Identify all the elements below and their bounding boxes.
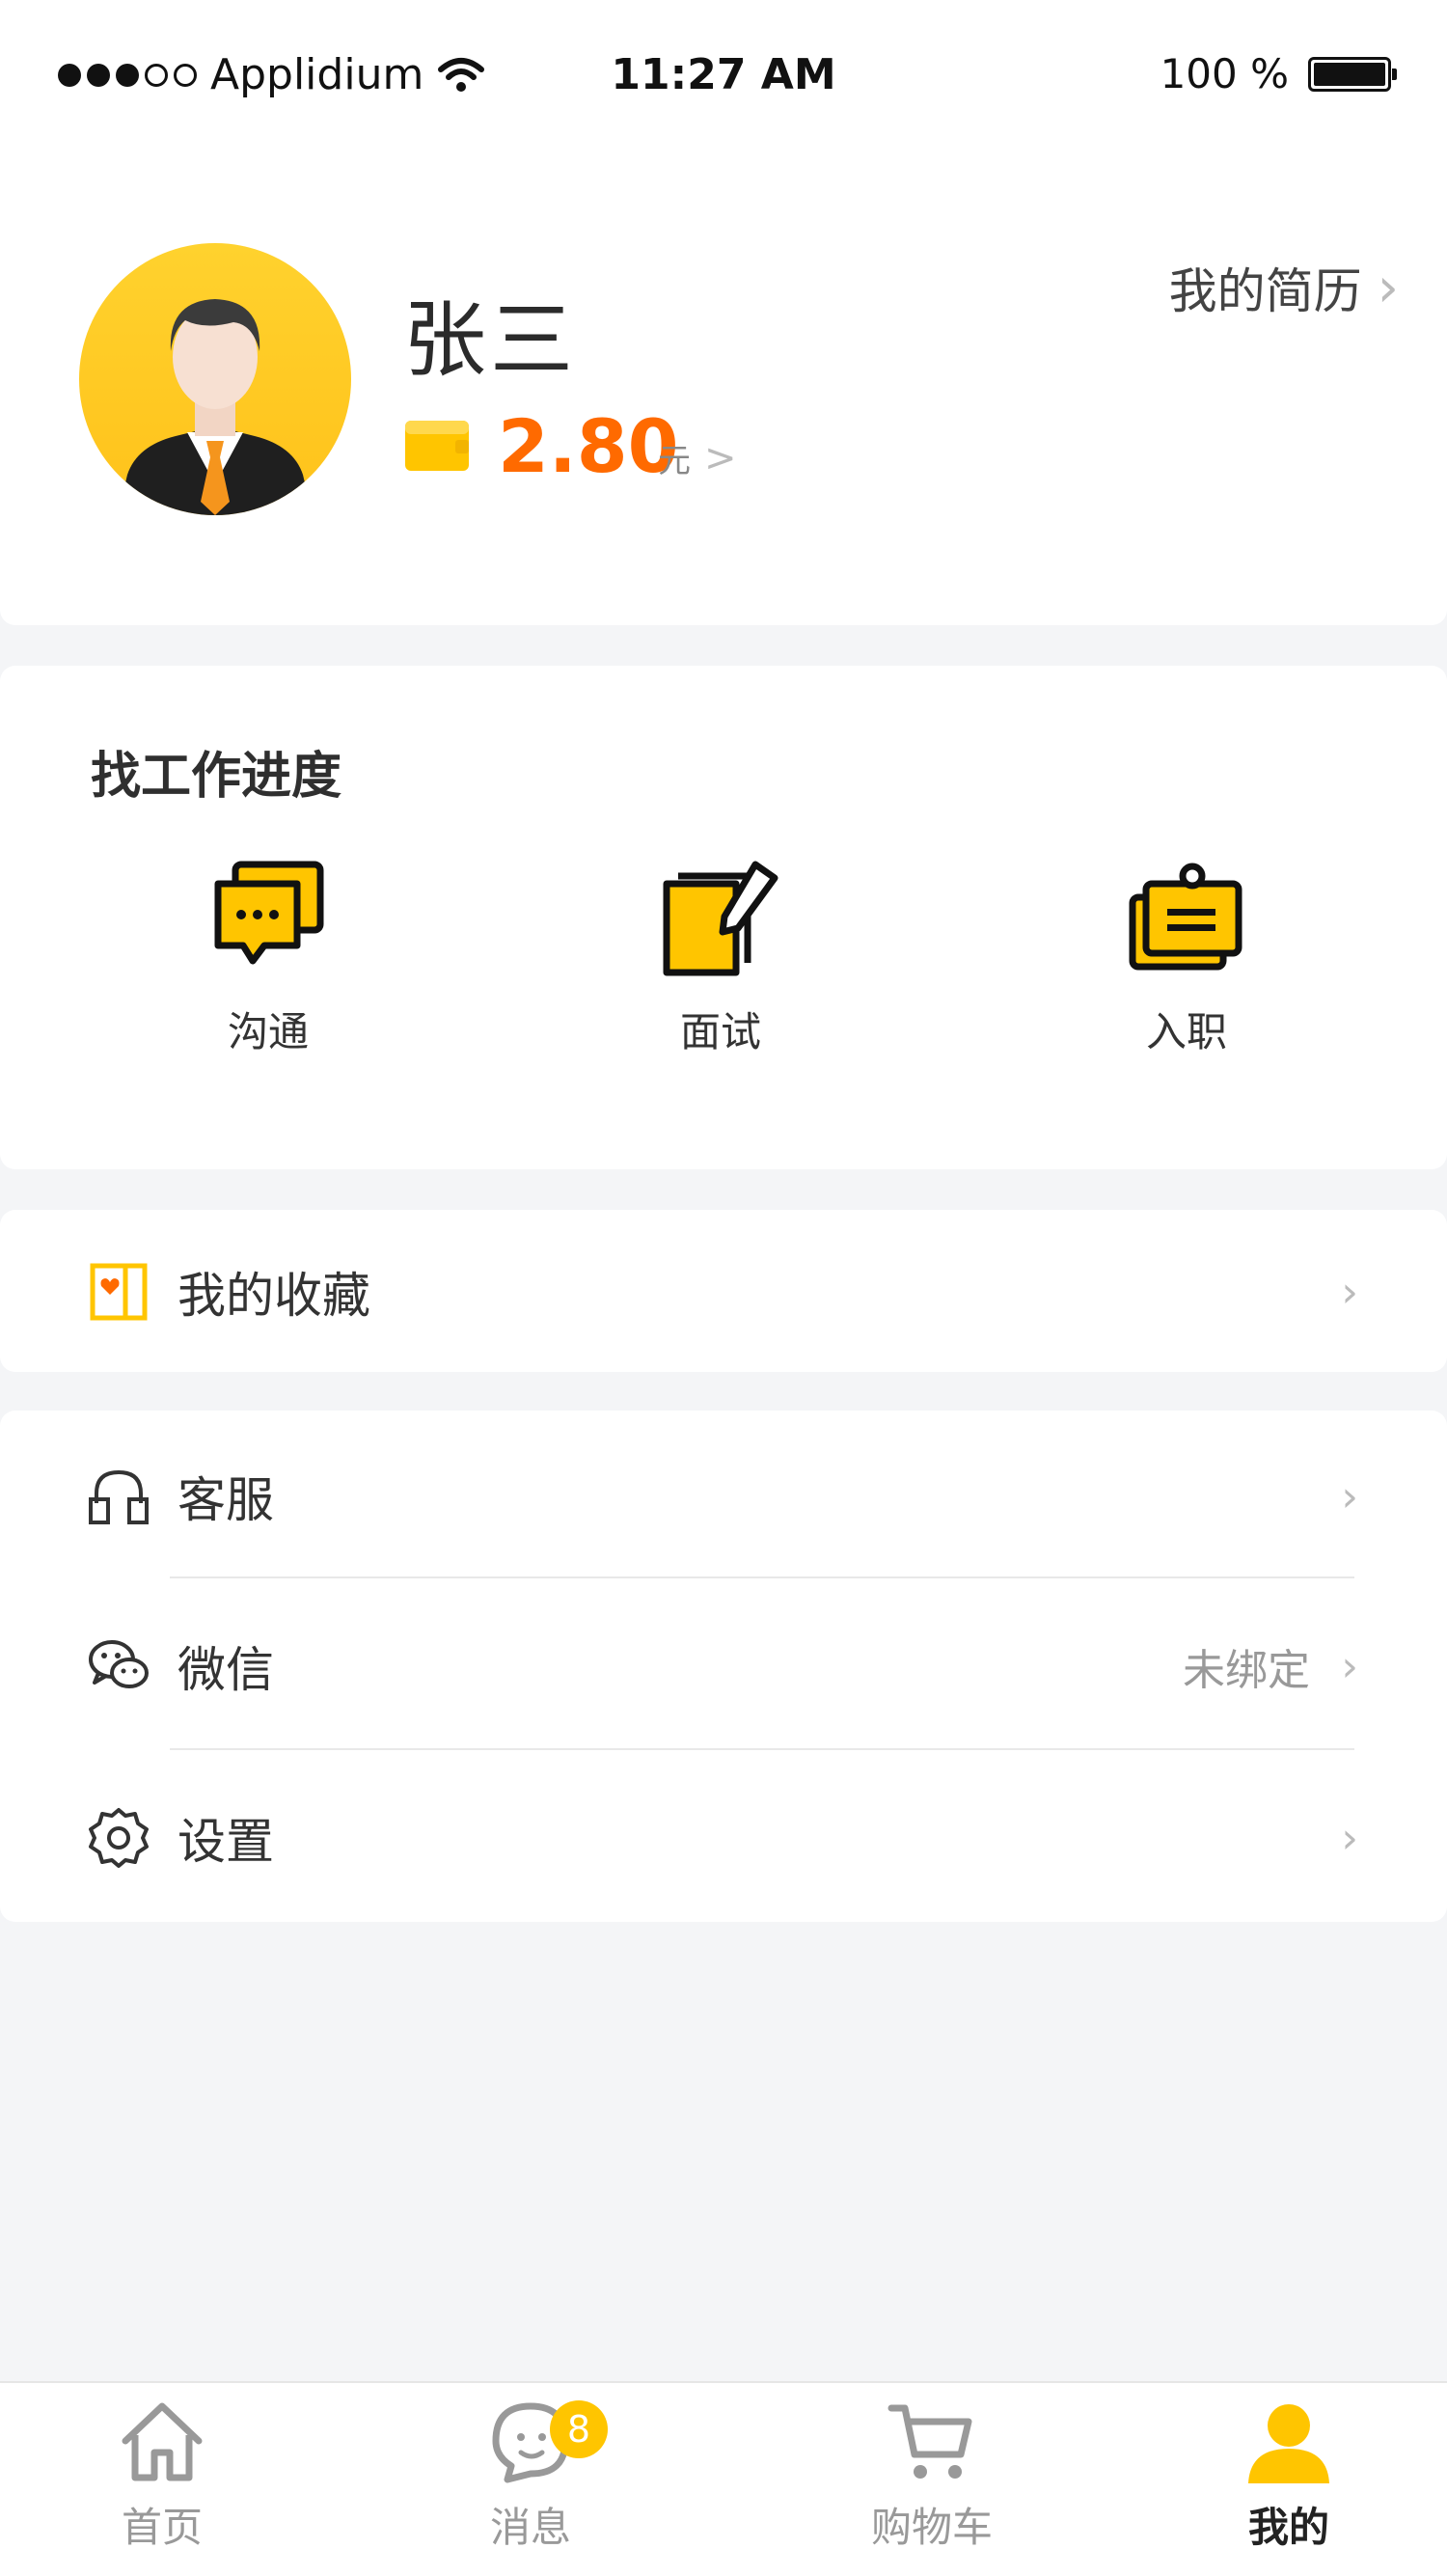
favorites-label: 我的收藏 xyxy=(177,1268,370,1324)
chat-bubbles-icon xyxy=(214,861,324,965)
menu-row-settings[interactable]: 设置 › xyxy=(0,1756,1447,1920)
favorites-chevron-right-icon: › xyxy=(1341,1267,1358,1317)
tab-label-cart: 购物车 xyxy=(870,2504,993,2551)
gear-icon xyxy=(89,1808,149,1868)
battery-percentage: 100 % xyxy=(1160,50,1289,97)
balance-chevron-right-icon[interactable]: > xyxy=(704,436,737,480)
wechat-binding-status: 未绑定 xyxy=(1183,1646,1310,1695)
settings-chevron-right-icon: › xyxy=(1341,1813,1358,1863)
edit-document-icon xyxy=(663,861,778,976)
tab-messages[interactable]: 8 消息 xyxy=(405,2393,656,2554)
messages-unread-badge: 8 xyxy=(550,2400,608,2458)
row-divider xyxy=(170,1576,1354,1578)
clipboard-badge-icon xyxy=(1129,863,1242,971)
avatar-businessman-icon xyxy=(118,299,313,515)
tab-label-messages: 消息 xyxy=(489,2504,571,2551)
tab-cart[interactable]: 购物车 xyxy=(806,2393,1057,2554)
my-resume-label: 我的简历 xyxy=(1168,263,1362,319)
customer-service-label: 客服 xyxy=(177,1472,274,1528)
wechat-chevron-right-icon: › xyxy=(1341,1641,1358,1691)
progress-label-interview: 面试 xyxy=(679,1008,761,1055)
wechat-icon xyxy=(89,1640,149,1688)
cart-icon xyxy=(887,2404,972,2479)
bookmark-heart-icon xyxy=(90,1263,148,1321)
resume-chevron-right-icon: › xyxy=(1377,256,1399,319)
progress-item-onboarding[interactable]: 入职 xyxy=(1042,859,1331,1058)
status-bar-battery-group: 100 % xyxy=(1160,50,1397,97)
tab-profile[interactable]: 我的 xyxy=(1163,2393,1414,2554)
customer-service-chevron-right-icon: › xyxy=(1341,1471,1358,1521)
wallet-balance[interactable]: 2.80 xyxy=(498,403,679,489)
user-name: 张三 xyxy=(403,292,577,389)
row-divider xyxy=(170,1748,1354,1750)
battery-icon xyxy=(1308,56,1397,92)
tab-label-home: 首页 xyxy=(121,2504,203,2551)
menu-row-customer-service[interactable]: 客服 › xyxy=(0,1414,1447,1578)
avatar[interactable] xyxy=(79,243,351,515)
progress-item-interview[interactable]: 面试 xyxy=(576,859,865,1058)
wallet-icon xyxy=(405,421,469,471)
settings-label: 设置 xyxy=(177,1814,274,1870)
menu-row-wechat[interactable]: 微信 未绑定 › xyxy=(0,1584,1447,1748)
wechat-label: 微信 xyxy=(177,1642,274,1698)
progress-label-communication: 沟通 xyxy=(227,1008,309,1055)
menu-row-favorites[interactable]: 我的收藏 › xyxy=(0,1210,1447,1374)
progress-label-onboarding: 入职 xyxy=(1145,1008,1227,1055)
progress-item-communication[interactable]: 沟通 xyxy=(123,859,413,1058)
home-icon xyxy=(122,2402,203,2481)
user-icon xyxy=(1248,2404,1329,2483)
currency-unit: 元 xyxy=(658,442,691,480)
headset-icon xyxy=(89,1469,149,1524)
tab-home[interactable]: 首页 xyxy=(37,2393,287,2554)
tab-label-profile: 我的 xyxy=(1247,2504,1329,2551)
my-resume-link[interactable]: 我的简历 › xyxy=(1169,253,1399,322)
job-progress-title: 找工作进度 xyxy=(91,748,342,806)
